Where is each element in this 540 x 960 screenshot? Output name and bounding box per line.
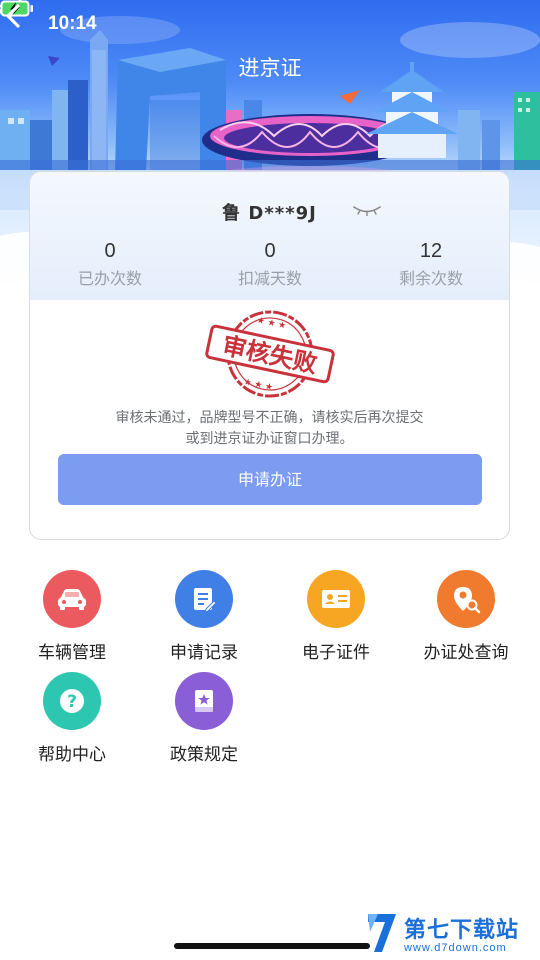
back-arrow-icon[interactable] [0,0,40,32]
help-icon: ? [43,672,101,730]
rejection-message: 审核未通过，品牌型号不正确，请核实后再次提交 或到进京证办证窗口办理。 [30,408,509,450]
stat-label: 剩余次数 [398,269,463,288]
rejection-message-line1: 审核未通过，品牌型号不正确，请核实后再次提交 [115,410,424,426]
stat-value: 0 [104,240,116,262]
rejection-message-line2: 或到进京证办证窗口办理。 [185,431,354,447]
stat-deducted-days: 0 扣减天数 [200,240,340,289]
page-title: 进京证 [238,56,302,80]
stat-applied-count: 0 已办次数 [40,240,180,289]
menu-application-records[interactable]: 申请记录 [144,570,264,670]
hide-eye-icon[interactable] [352,204,382,216]
menu-electronic-certificate[interactable]: 电子证件 [276,570,396,670]
menu-label: 政策规定 [170,745,238,765]
site-watermark: 第七下载站 www.d7down.com [364,910,536,958]
menu-label: 电子证件 [302,643,370,663]
policy-icon [175,672,233,730]
menu-label: 申请记录 [170,643,238,663]
stat-label: 扣减天数 [237,269,302,288]
svg-text:★ ★ ★: ★ ★ ★ [256,316,287,332]
id-card-icon [307,570,365,628]
menu-label: 帮助中心 [38,745,106,765]
menu-help-center[interactable]: ? 帮助中心 [12,672,132,772]
stat-value: 12 [419,240,443,262]
review-failed-stamp: ★ ★ ★ ★ ★ ★ 审核失败 [205,310,335,398]
permit-status-card: 鲁 D***9J 0 已办次数 0 扣减天数 12 剩余次数 ★ ★ ★ ★ ★… [29,171,510,540]
car-icon [43,570,101,628]
stat-label: 已办次数 [77,269,142,288]
location-search-icon [437,570,495,628]
record-icon [175,570,233,628]
license-plate: 鲁 D***9J [222,203,317,224]
menu-office-lookup[interactable]: 办证处查询 [406,570,526,670]
home-indicator[interactable] [174,943,370,949]
menu-policy-regulations[interactable]: 政策规定 [144,672,264,772]
watermark-title: 第七下载站 [404,918,520,943]
status-time: 10:14 [48,13,97,34]
svg-text:?: ? [67,692,77,712]
watermark-logo-icon [368,914,396,952]
menu-vehicle-management[interactable]: 车辆管理 [12,570,132,670]
menu-label: 车辆管理 [38,643,106,663]
apply-permit-button[interactable]: 申请办证 [58,454,482,505]
menu-label: 办证处查询 [423,643,509,663]
status-bar: 10:14 [0,0,540,48]
stat-value: 0 [264,240,276,262]
stat-remaining-count: 12 剩余次数 [361,240,501,289]
watermark-url: www.d7down.com [404,942,507,954]
